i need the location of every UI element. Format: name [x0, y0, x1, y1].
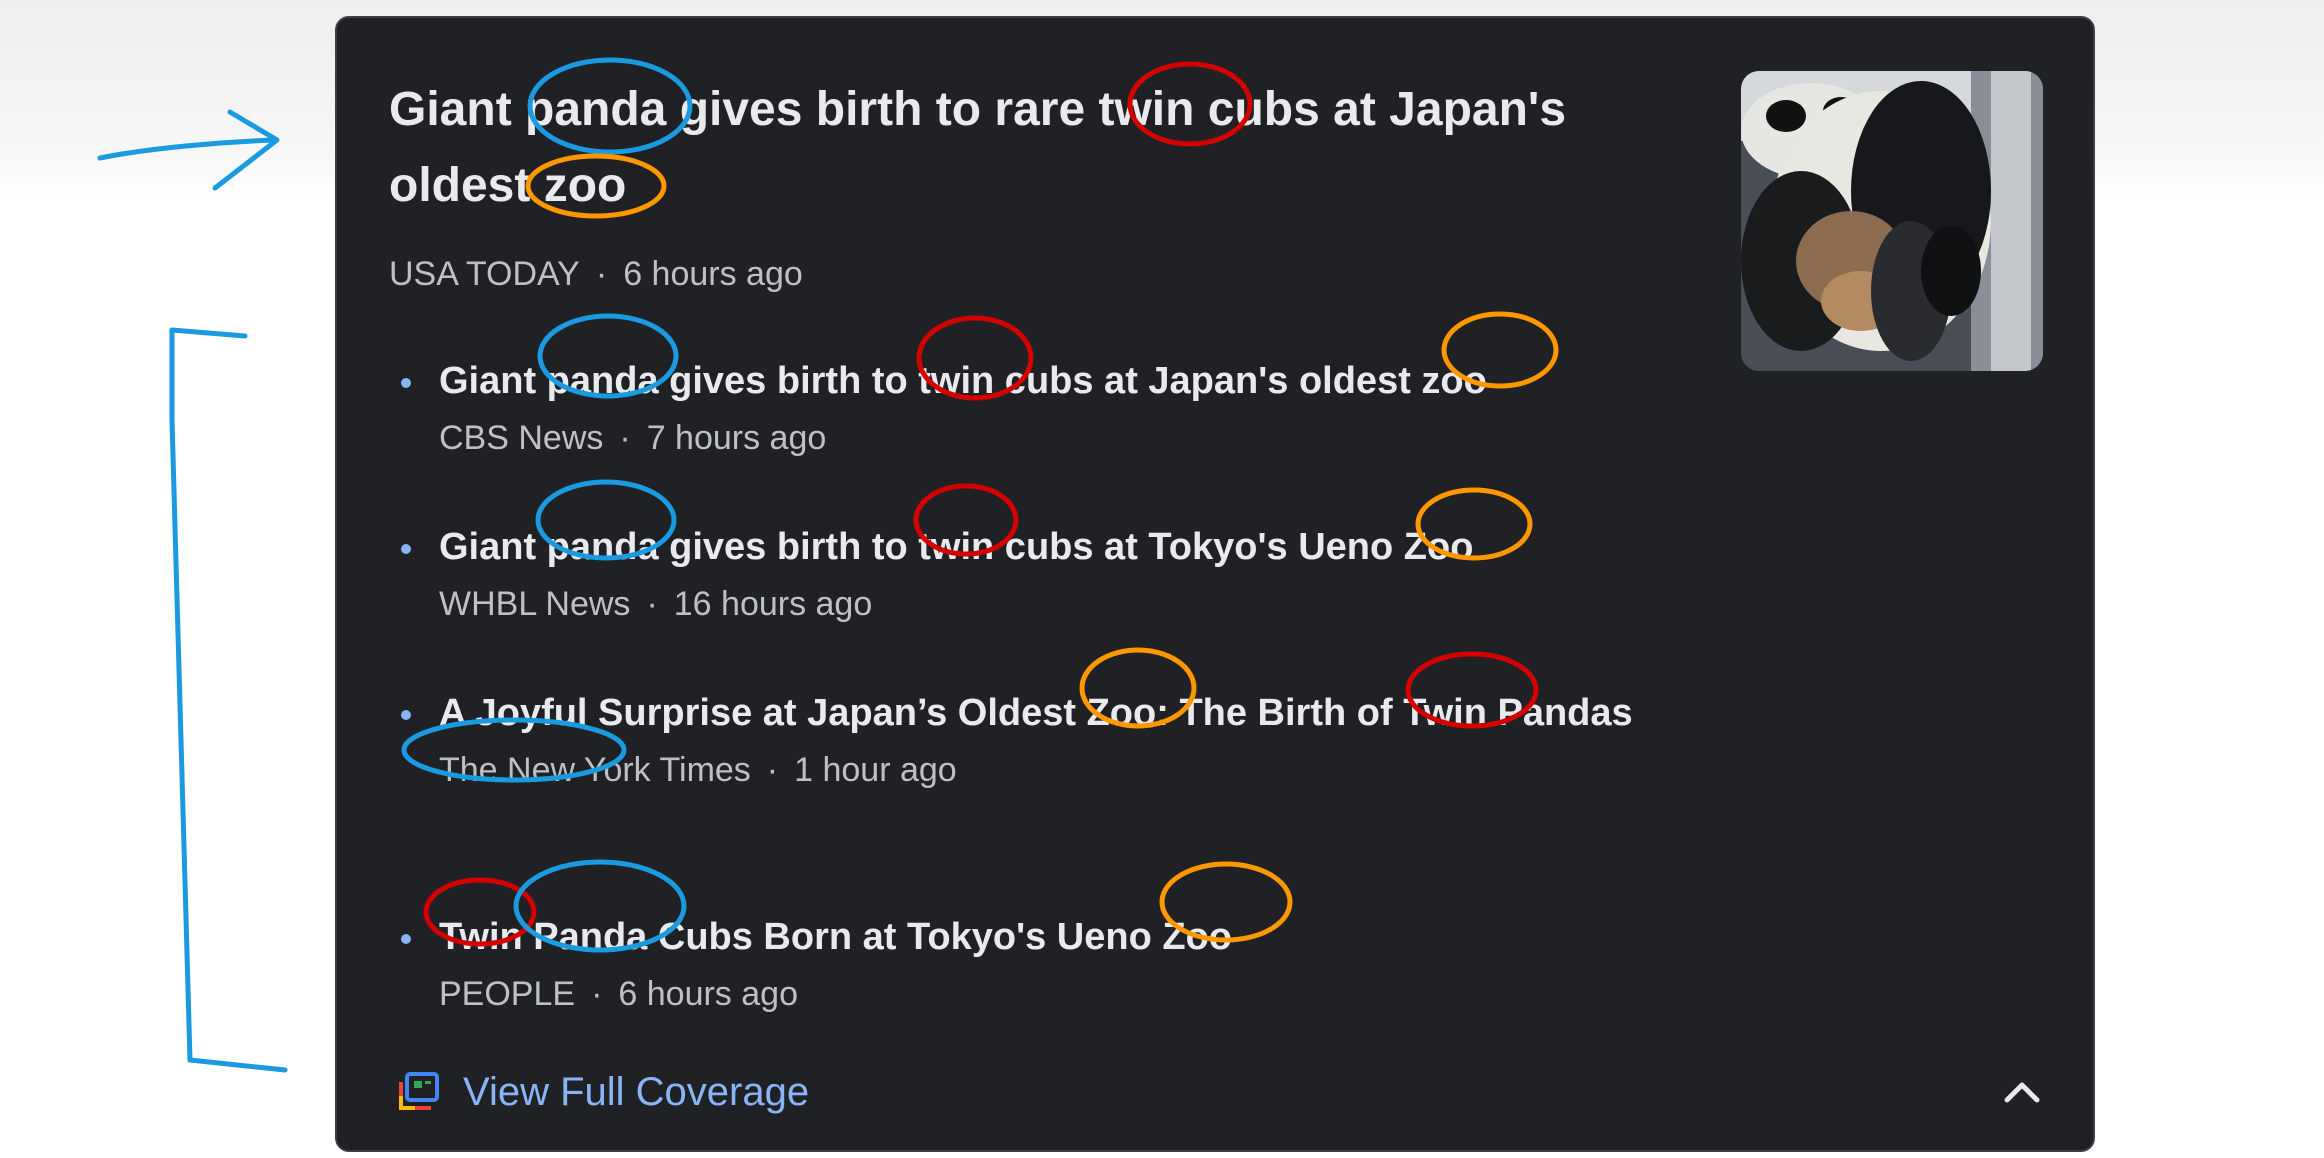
story-meta: CBS News · 7 hours ago [439, 418, 1779, 458]
bullet [401, 934, 411, 944]
story-meta: The New York Times · 1 hour ago [439, 750, 1779, 790]
meta-separator: · [619, 419, 631, 457]
view-full-coverage-button[interactable]: View Full Coverage [397, 1064, 809, 1120]
panda-photo [1741, 71, 2043, 371]
story-title[interactable]: A Joyful Surprise at Japan’s Oldest Zoo:… [439, 684, 1679, 742]
list-item: A Joyful Surprise at Japan’s Oldest Zoo:… [389, 684, 1729, 790]
story-time: 1 hour ago [794, 751, 957, 789]
story-title[interactable]: Twin Panda Cubs Born at Tokyo's Ueno Zoo [439, 908, 1679, 966]
list-item: Twin Panda Cubs Born at Tokyo's Ueno Zoo… [389, 908, 1729, 1014]
meta-separator: · [595, 255, 608, 293]
story-title[interactable]: Giant panda gives birth to twin cubs at … [439, 518, 1679, 576]
bullet [401, 378, 411, 388]
lead-time: 6 hours ago [623, 255, 803, 293]
story-time: 7 hours ago [646, 419, 827, 457]
arrow-annotation [97, 109, 280, 191]
lead-meta: USA TODAY · 6 hours ago [389, 254, 803, 294]
story-source: WHBL News [439, 585, 631, 623]
list-item: Giant panda gives birth to twin cubs at … [389, 352, 1729, 458]
story-time: 6 hours ago [618, 975, 798, 1013]
bracket-annotation [169, 327, 288, 1073]
bullet [401, 544, 411, 554]
news-card: Giant panda gives birth to rare twin cub… [335, 16, 2095, 1152]
collapse-button[interactable] [1997, 1068, 2047, 1118]
lead-thumbnail[interactable] [1741, 71, 2043, 371]
list-item: Giant panda gives birth to twin cubs at … [389, 518, 1729, 624]
story-meta: WHBL News · 16 hours ago [439, 584, 1779, 624]
lead-headline[interactable]: Giant panda gives birth to rare twin cub… [389, 72, 1689, 224]
story-source: PEOPLE [439, 975, 576, 1013]
story-time: 16 hours ago [673, 585, 873, 623]
chevron-up-icon [2004, 1082, 2040, 1103]
full-coverage-icon [399, 1072, 439, 1110]
view-full-coverage-label: View Full Coverage [463, 1069, 810, 1114]
lead-source: USA TODAY [389, 255, 580, 293]
meta-separator: · [646, 585, 658, 623]
story-title[interactable]: Giant panda gives birth to twin cubs at … [439, 352, 1679, 410]
story-source: The New York Times [439, 751, 751, 789]
bullet [401, 710, 411, 720]
meta-separator: · [591, 975, 603, 1013]
story-meta: PEOPLE · 6 hours ago [439, 974, 1779, 1014]
story-source: CBS News [439, 419, 604, 457]
meta-separator: · [766, 751, 779, 789]
